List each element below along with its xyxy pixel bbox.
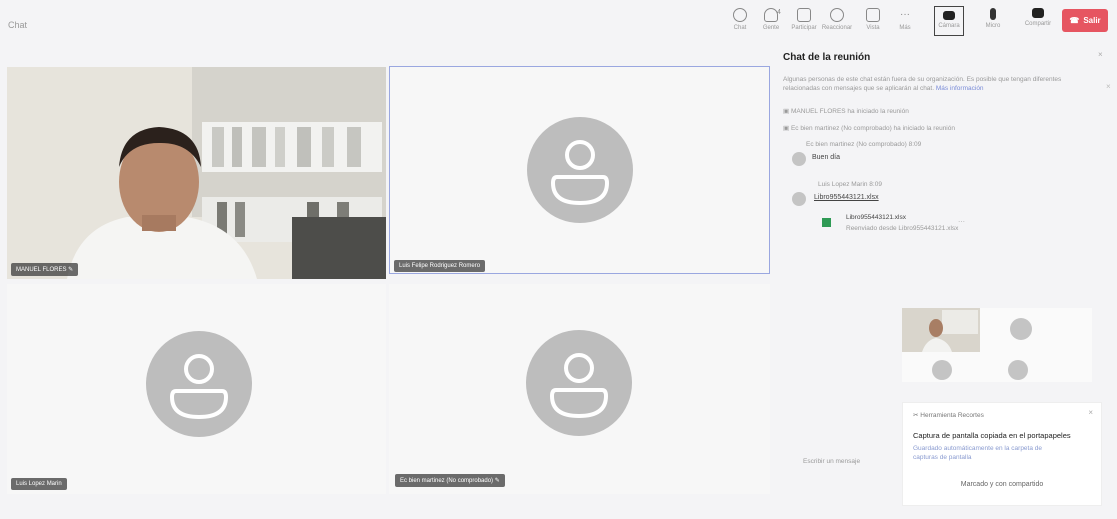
camera-button[interactable]: Cámara — [934, 8, 964, 29]
message-meta: Luis Lopez Marin 8:09 — [818, 181, 882, 188]
view-button[interactable]: Vista — [858, 8, 888, 31]
system-event: ▣ Ec bien martinez (No comprobado) ha in… — [783, 125, 955, 132]
people-icon — [764, 8, 778, 22]
dismiss-icon[interactable]: × — [1106, 82, 1111, 91]
file-link[interactable]: Libro955443121.xlsx — [814, 194, 879, 201]
participant-tile-video[interactable]: MANUEL FLORES ✎ — [7, 67, 386, 279]
top-bar: Chat Chat Gente 4 Participar Reaccionar … — [0, 0, 1117, 58]
system-event: ▣ MANUEL FLORES ha iniciado la reunión — [783, 108, 909, 115]
phone-icon: ☎ — [1069, 16, 1080, 25]
person-icon — [169, 354, 229, 420]
chat-message: Buen día — [812, 154, 841, 161]
toast-title: Captura de pantalla copiada en el portap… — [913, 431, 1071, 440]
file-sub: Reenviado desde Libro955443121.xlsx — [846, 225, 959, 232]
more-icon: ··· — [900, 9, 910, 20]
avatar — [792, 192, 806, 206]
person-icon — [549, 353, 609, 419]
people-button[interactable]: Gente — [756, 8, 786, 31]
excel-icon — [822, 218, 831, 227]
hand-icon — [797, 8, 811, 22]
participant-name-tag: MANUEL FLORES ✎ — [11, 263, 79, 276]
raise-hand-button[interactable]: Participar — [789, 8, 819, 31]
participant-tile[interactable]: Luis Lopez Marin — [7, 284, 386, 494]
camera-icon — [943, 11, 955, 20]
avatar — [527, 117, 633, 223]
person-icon — [550, 140, 610, 206]
participant-tile[interactable]: Ec bien martinez (No comprobado) ✎ — [389, 284, 770, 494]
chat-title: Chat de la reunión — [783, 52, 871, 63]
participant-tile-active[interactable]: Luis Felipe Rodriguez Romero — [389, 66, 770, 274]
close-icon[interactable]: × — [1088, 408, 1093, 417]
file-name[interactable]: Libro955443121.xlsx — [846, 214, 906, 221]
meeting-icon: ▣ — [783, 108, 791, 115]
avatar — [932, 360, 952, 380]
avatar — [1008, 360, 1028, 380]
mic-muted-icon — [990, 8, 996, 20]
mic-muted-icon: ✎ — [494, 478, 500, 484]
mic-button[interactable]: Micro — [978, 8, 1008, 29]
participant-name-tag: Ec bien martinez (No comprobado) ✎ — [395, 474, 505, 487]
people-count: 4 — [777, 9, 781, 16]
mic-muted-icon: ✎ — [68, 267, 74, 273]
avatar — [792, 152, 806, 166]
message-meta: Ec bien martinez (No comprobado) 8:09 — [806, 141, 922, 148]
share-icon — [1032, 8, 1044, 18]
toast-action-button[interactable]: Marcado y con compartido — [903, 481, 1101, 488]
participant-name-tag: Luis Lopez Marin — [11, 478, 67, 490]
more-button[interactable]: ··· Más — [890, 8, 920, 31]
close-icon[interactable]: × — [1098, 50, 1103, 59]
external-notice: Algunas personas de este chat están fuer… — [783, 76, 1062, 92]
meeting-title: Chat — [8, 20, 28, 30]
self-view-panel — [902, 308, 1092, 382]
participant-video — [7, 67, 386, 279]
avatar — [1010, 318, 1032, 340]
avatar — [146, 331, 252, 437]
chat-icon — [733, 8, 747, 22]
participant-name-tag: Luis Felipe Rodriguez Romero — [394, 260, 486, 272]
smile-icon — [830, 8, 844, 22]
react-button[interactable]: Reaccionar — [822, 8, 852, 31]
self-video — [902, 308, 980, 352]
toast-app: ✂ Herramienta Recortes — [913, 412, 984, 419]
toast-body: Guardado automáticamente en la carpeta d… — [913, 445, 1043, 461]
screenshot-toast[interactable]: ✂ Herramienta Recortes × Captura de pant… — [902, 402, 1102, 506]
file-menu-icon[interactable]: ⋯ — [958, 218, 965, 226]
more-info-link[interactable]: Más información — [936, 85, 984, 92]
chat-button[interactable]: Chat — [725, 8, 755, 31]
meeting-icon: ▣ — [783, 125, 791, 132]
share-button[interactable]: Compartir — [1023, 8, 1053, 27]
avatar — [526, 330, 632, 436]
compose-input[interactable]: Escribir un mensaje — [803, 458, 860, 465]
grid-icon — [866, 8, 880, 22]
leave-button[interactable]: ☎ Salir — [1062, 9, 1108, 32]
